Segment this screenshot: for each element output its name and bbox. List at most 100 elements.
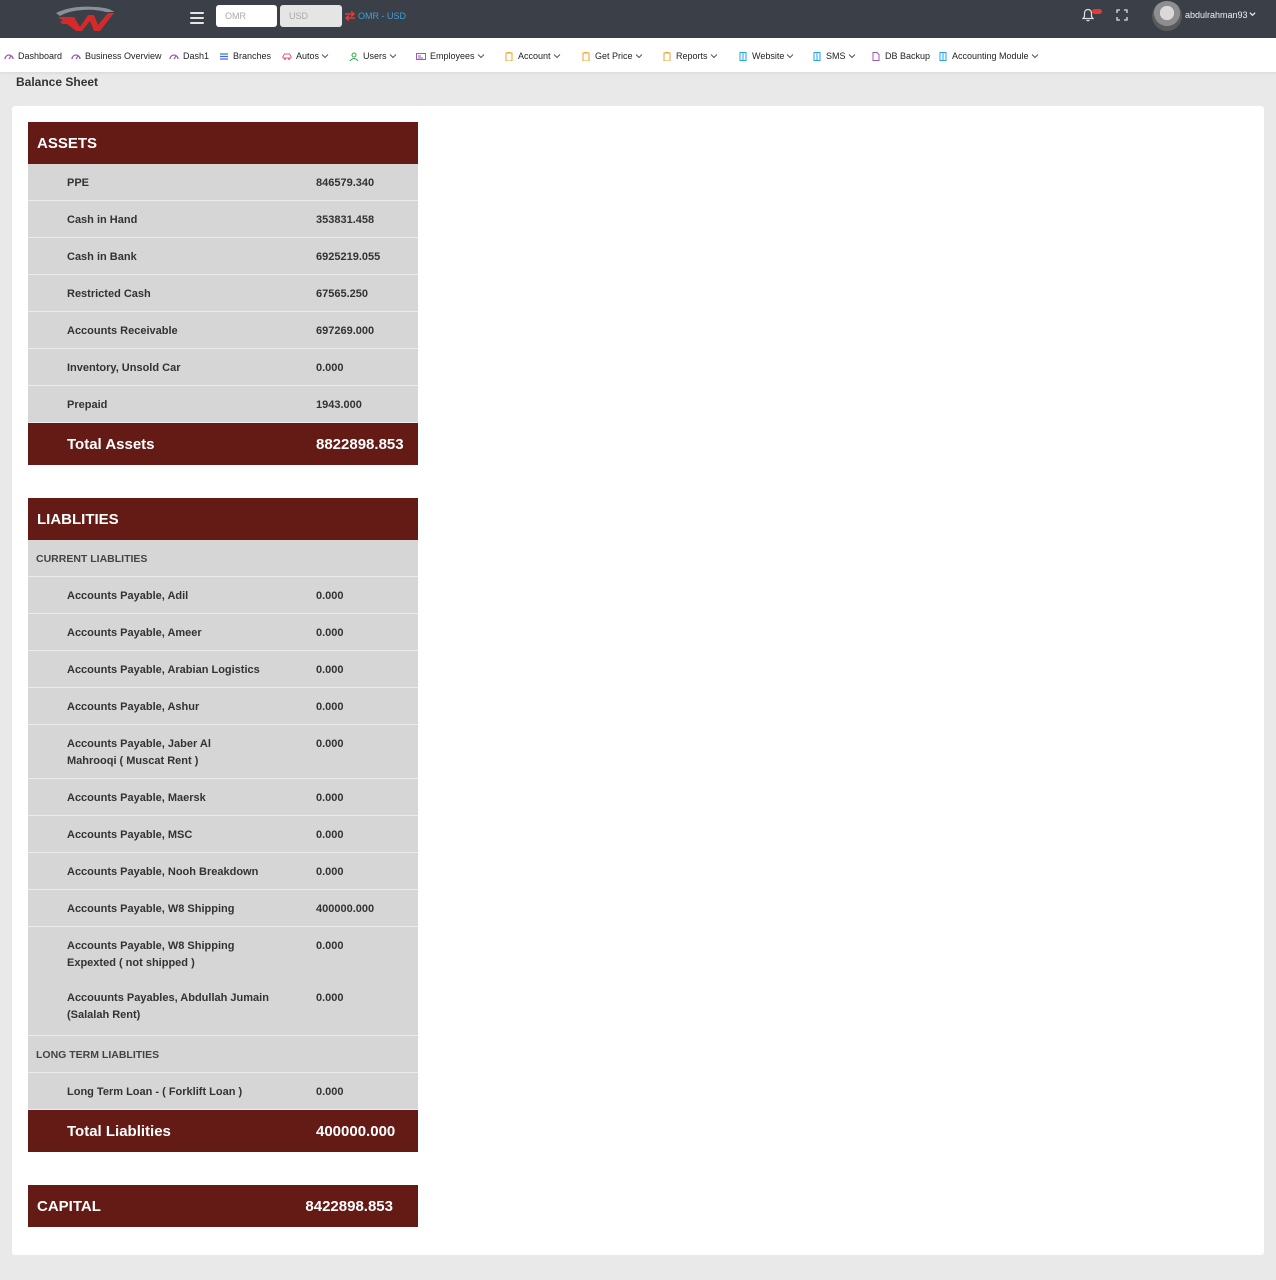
menu-item-employees[interactable]: Employees	[416, 50, 485, 62]
menu-item-get-price[interactable]: Get Price	[581, 50, 643, 62]
top-navbar: OMR - USD abdulrahman93	[0, 0, 1276, 38]
menu-item-dash1[interactable]: Dash1	[169, 50, 209, 62]
total-label: Total Assets	[67, 435, 155, 453]
total-value: 8822898.853	[316, 435, 404, 453]
dashboard-icon	[169, 53, 179, 59]
row-value: 0.000	[316, 664, 344, 676]
row-label: Accounts Payable, MSC	[67, 829, 193, 841]
menu-item-website[interactable]: Website	[738, 50, 794, 62]
row-value: 400000.000	[316, 903, 375, 915]
chevron-down-icon[interactable]	[1249, 11, 1256, 17]
row-label: Accounts Payable, Maersk	[67, 792, 206, 804]
current-liabilities-heading: CURRENT LIABLITIES	[36, 553, 148, 565]
total-assets-row: Total Assets 8822898.853	[28, 423, 418, 465]
table-row: PPE 846579.340	[28, 164, 418, 201]
row-value: 846579.340	[316, 177, 375, 189]
building-icon	[739, 51, 747, 61]
table-row: Accounts Payable, Ameer 0.000	[28, 614, 418, 651]
table-row: Accouunts Payables, Abdullah Jumain (Sal…	[28, 981, 418, 1036]
clipboard-icon	[663, 51, 671, 61]
menu-item-label: Business Overview	[85, 51, 162, 61]
clipboard-icon	[505, 51, 513, 61]
row-label: Accounts Payable, Adil	[67, 590, 189, 602]
capital-row: CAPITAL 8422898.853	[28, 1185, 418, 1227]
menu-item-accounting-module[interactable]: Accounting Module	[938, 50, 1039, 62]
menu-item-dashboard[interactable]: Dashboard	[4, 50, 62, 62]
table-row: Accounts Payable, MSC 0.000	[28, 816, 418, 853]
menu-item-reports[interactable]: Reports	[662, 50, 718, 62]
menu-item-account[interactable]: Account	[504, 50, 561, 62]
menu-item-business-overview[interactable]: Business Overview	[71, 50, 162, 62]
chevron-down-icon	[635, 54, 642, 59]
subsection-heading: CURRENT LIABLITIES	[28, 540, 418, 577]
row-label: Accounts Payable, Nooh Breakdown	[67, 866, 259, 878]
row-label: Cash in Bank	[67, 251, 137, 263]
row-value: 0.000	[316, 992, 344, 1004]
row-value: 67565.250	[316, 288, 368, 300]
menu-item-label: Reports	[676, 51, 708, 61]
username-label[interactable]: abdulrahman93	[1185, 10, 1248, 20]
row-label: Long Term Loan - ( Forklift Loan )	[67, 1086, 243, 1098]
chevron-down-icon	[321, 54, 329, 59]
subsection-heading: LONG TERM LIABLITIES	[28, 1036, 418, 1073]
chevron-down-icon	[787, 54, 794, 59]
currency-from-input[interactable]	[216, 5, 277, 27]
chevron-down-icon	[848, 54, 855, 59]
menu-item-label: Employees	[430, 51, 475, 61]
row-value: 697269.000	[316, 325, 375, 337]
chevron-down-icon	[1031, 54, 1038, 59]
notification-badge	[1092, 9, 1102, 14]
menu-item-label: Dash1	[183, 51, 210, 61]
table-row: Cash in Hand 353831.458	[28, 201, 418, 238]
table-row: Cash in Bank 6925219.055	[28, 238, 418, 275]
file-icon	[872, 51, 880, 61]
menu-item-label: SMS	[826, 51, 846, 61]
menu-item-sms[interactable]: SMS	[812, 50, 856, 62]
row-label: Accounts Receivable	[67, 325, 178, 337]
currency-to-input[interactable]	[280, 5, 342, 27]
row-value: 6925219.055	[316, 251, 381, 263]
chevron-down-icon	[477, 54, 484, 59]
row-label: PPE	[67, 177, 90, 189]
car-icon	[282, 53, 292, 60]
table-row: Long Term Loan - ( Forklift Loan ) 0.000	[28, 1073, 418, 1110]
row-label: Accounts Payable, Ashur	[67, 701, 200, 713]
table-row: Restricted Cash 67565.250	[28, 275, 418, 312]
row-value: 0.000	[316, 940, 344, 952]
row-value: 0.000	[316, 829, 344, 841]
chevron-down-icon	[553, 54, 560, 59]
row-label: Accouunts Payables, Abdullah Jumain (Sal…	[67, 992, 269, 1021]
row-label: Accounts Payable, Jaber Al Mahrooqi ( Mu…	[67, 738, 211, 767]
menu-item-branches[interactable]: Branches	[219, 50, 271, 62]
menu-toggle-icon[interactable]	[190, 12, 204, 24]
currency-pair-label[interactable]: OMR - USD	[358, 11, 406, 21]
main-menu: Dashboard Business Overview Dash1 Branch…	[0, 38, 1276, 72]
building-icon	[939, 51, 947, 61]
id-card-icon	[416, 52, 426, 60]
row-label: Accounts Payable, Arabian Logistics	[67, 664, 260, 676]
total-liabilities-row: Total Liablities 400000.000	[28, 1110, 418, 1152]
clipboard-icon	[582, 51, 590, 61]
table-row: Accounts Payable, W8 Shipping Expexted (…	[28, 927, 418, 981]
assets-heading: ASSETS	[28, 122, 418, 164]
table-row: Accounts Payable, Jaber Al Mahrooqi ( Mu…	[28, 725, 418, 779]
long-term-liabilities-heading: LONG TERM LIABLITIES	[36, 1049, 160, 1061]
logo-icon[interactable]	[52, 3, 118, 33]
row-value: 0.000	[316, 1086, 344, 1098]
table-row: Accounts Payable, Nooh Breakdown 0.000	[28, 853, 418, 890]
row-label: Restricted Cash	[67, 288, 151, 300]
row-value: 0.000	[316, 701, 344, 713]
page-title: Balance Sheet	[16, 75, 99, 89]
menu-item-db-backup[interactable]: DB Backup	[871, 50, 930, 62]
menu-item-users[interactable]: Users	[349, 50, 397, 62]
swap-icon[interactable]	[344, 10, 356, 22]
row-value: 1943.000	[316, 399, 362, 411]
user-icon	[349, 52, 359, 61]
avatar[interactable]	[1152, 1, 1182, 31]
row-value: 0.000	[316, 792, 344, 804]
table-row: Accounts Payable, Maersk 0.000	[28, 779, 418, 816]
row-label: Inventory, Unsold Car	[67, 362, 181, 374]
menu-item-autos[interactable]: Autos	[282, 50, 329, 62]
fullscreen-icon[interactable]	[1116, 9, 1128, 21]
capital-value: 8422898.853	[305, 1197, 393, 1215]
